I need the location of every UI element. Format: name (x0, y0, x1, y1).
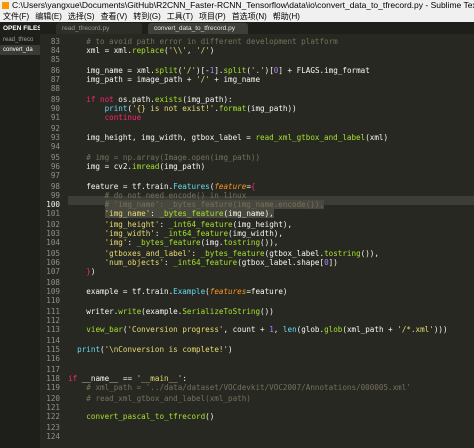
code-line: # xml_path = '../data/dataset/VOCdevkit/… (86, 383, 411, 392)
line-number: 113 (46, 325, 60, 334)
sublime-app-icon (2, 2, 9, 9)
line-number: 124 (46, 432, 60, 441)
line-number: 121 (46, 403, 60, 412)
line-number: 104 (46, 238, 60, 247)
code-line: img_path = image_path + '/' + img_name (68, 75, 261, 84)
code-line: img_height, img_width, gtbox_label = rea… (68, 133, 389, 142)
line-number: 106 (46, 258, 60, 267)
line-number: 99 (50, 191, 60, 200)
code-line: print('\nConversion is complete!') (77, 345, 233, 354)
code-line: 'img_height': _int64_feature(img_height)… (104, 220, 293, 229)
line-number: 102 (46, 220, 60, 229)
code-line: 'gtboxes_and_label': _bytes_feature(gtbo… (104, 249, 379, 258)
line-number: 96 (50, 162, 60, 171)
code-line: print('{} is not exist!'.format(img_path… (104, 104, 297, 113)
line-number: 84 (50, 46, 60, 55)
line-number: 88 (50, 84, 60, 93)
line-number: 122 (46, 412, 60, 421)
line-number: 118 (46, 374, 60, 383)
line-number: 95 (50, 153, 60, 162)
menu-preferences[interactable]: 首选项(N) (229, 12, 270, 21)
code-line: 'img_width': _int64_feature(img_width), (104, 229, 283, 238)
line-number: 94 (50, 142, 60, 151)
line-number: 119 (46, 383, 60, 392)
sidebar-file-read-tfrecord[interactable]: read_tfreco (0, 35, 40, 45)
menu-tools[interactable]: 工具(T) (164, 12, 196, 21)
line-number: 101 (46, 209, 60, 218)
line-number: 115 (46, 345, 60, 354)
line-number: 87 (50, 75, 60, 84)
code-line: # do not need encode() in linux (104, 191, 247, 200)
menu-file[interactable]: 文件(F) (0, 12, 32, 21)
menu-view[interactable]: 查看(V) (98, 12, 131, 21)
sidebar-file-convert-data[interactable]: convert_da (0, 45, 40, 55)
line-number: 86 (50, 66, 60, 75)
line-number: 107 (46, 267, 60, 276)
code-line: # read_xml_gtbox_and_label(xml_path) (86, 394, 251, 403)
code-line: continue (104, 113, 142, 122)
code-line: 'num_objects': _int64_feature(gtbox_labe… (104, 258, 338, 267)
line-number: 92 (50, 124, 60, 133)
menu-edit[interactable]: 编辑(E) (32, 12, 65, 21)
code-line: feature = tf.train.Features(feature={ (68, 182, 256, 191)
line-number: 100 (46, 200, 60, 209)
line-number: 120 (46, 394, 60, 403)
line-number: 98 (50, 182, 60, 191)
menu-selection[interactable]: 选择(S) (65, 12, 98, 21)
tab-label: convert_data_to_tfrecord.py (154, 25, 235, 32)
code-line: # to avoid path error in different devel… (86, 37, 338, 46)
code-editor[interactable]: # to avoid path error in different devel… (68, 35, 474, 448)
line-number: 91 (50, 113, 60, 122)
code-line: # img = np.array(Image.open(img_path)) (86, 153, 261, 162)
code-line: example = tf.train.Example(features=feat… (68, 287, 288, 296)
code-line: xml = xml.replace('\\', '/') (68, 46, 215, 55)
line-number: 108 (46, 278, 60, 287)
line-number: 105 (46, 249, 60, 258)
tab-bar: read_tfrecord.py convert_data_to_tfrecor… (40, 22, 474, 34)
line-number: 112 (46, 316, 60, 325)
line-number: 97 (50, 171, 60, 180)
code-line: # 'img_name': _bytes_feature(img_name.en… (104, 200, 325, 209)
line-number-gutter: 83 84 85 86 87 88 89 90 91 92 93 94 95 96 97 98 99 100 101… (40, 35, 68, 448)
tab-read-tfrecord[interactable]: read_tfrecord.py (56, 23, 142, 34)
sidebar: OPEN FILES read_tfreco convert_da (0, 22, 40, 448)
line-number: 116 (46, 354, 60, 363)
line-number: 85 (50, 55, 60, 64)
line-number: 109 (46, 287, 60, 296)
line-number: 93 (50, 133, 60, 142)
code-line: img = cv2.imread(img_path) (68, 162, 206, 171)
line-number: 89 (50, 95, 60, 104)
line-number: 123 (46, 423, 60, 432)
line-number: 83 (50, 37, 60, 46)
code-line: img_name = xml.split('/')[-1].split('.')… (68, 66, 370, 75)
line-number: 117 (46, 365, 60, 374)
code-line: }) (86, 267, 96, 276)
code-line: 'img': _bytes_feature(img.tostring()), (104, 238, 279, 247)
line-number: 114 (46, 336, 60, 345)
code-line: if __name__ == '__main__': (68, 374, 187, 383)
tab-convert-data-to-tfrecord[interactable]: convert_data_to_tfrecord.py (148, 23, 248, 34)
window-title: C:\Users\yangxue\Documents\GitHub\R2CNN_… (12, 0, 474, 10)
title-bar: C:\Users\yangxue\Documents\GitHub\R2CNN_… (0, 0, 474, 11)
code-line: if not os.path.exists(img_path): (86, 95, 233, 104)
code-line: convert_pascal_to_tfrecord() (86, 412, 215, 421)
line-number: 111 (46, 307, 60, 316)
open-files-header: OPEN FILES (3, 25, 40, 32)
tab-label: read_tfrecord.py (62, 25, 110, 32)
line-number: 110 (46, 296, 60, 305)
menu-help[interactable]: 帮助(H) (270, 12, 303, 21)
line-number: 103 (46, 229, 60, 238)
code-line: writer.write(example.SerializeToString()… (68, 307, 274, 316)
menu-goto[interactable]: 转到(G) (130, 12, 164, 21)
menu-project[interactable]: 项目(P) (196, 12, 229, 21)
code-line: 'img_name': _bytes_feature(img_name), (104, 209, 274, 218)
line-number: 90 (50, 104, 60, 113)
code-line: view_bar('Conversion progress', count + … (86, 325, 448, 334)
